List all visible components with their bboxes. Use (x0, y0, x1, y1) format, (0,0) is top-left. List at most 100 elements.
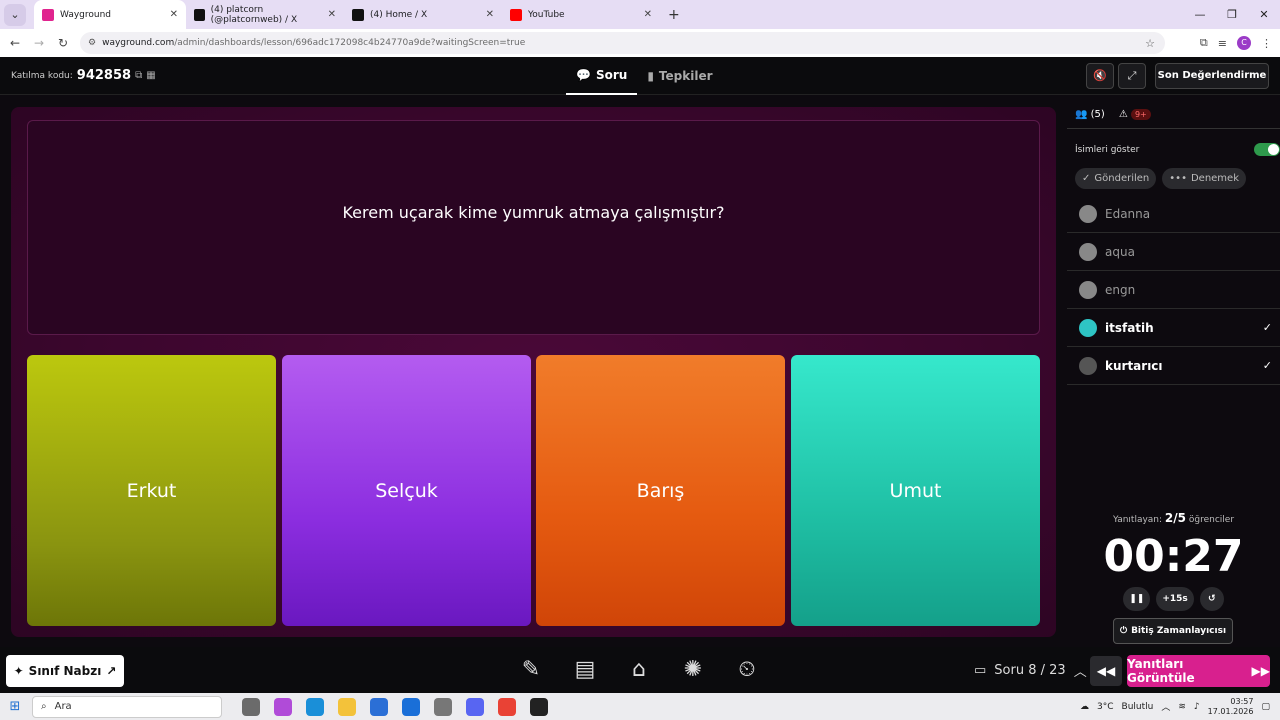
dots-icon: ••• (1169, 173, 1187, 184)
store-icon[interactable] (370, 697, 388, 716)
edge-icon[interactable] (306, 697, 324, 716)
chevron-up-icon[interactable]: ︿ (1161, 700, 1170, 713)
clock-time: 03:57 (1230, 696, 1254, 706)
copilot-icon[interactable] (274, 697, 292, 716)
pen-icon[interactable]: ✎ (515, 653, 547, 687)
external-link-icon: ↗ (106, 664, 117, 678)
alerts[interactable]: ⚠ 9+ (1119, 109, 1151, 120)
whiteboard-icon[interactable]: ▤ (569, 653, 601, 687)
close-window-icon[interactable]: ✕ (1248, 0, 1280, 29)
wifi-icon[interactable]: ≋ (1178, 702, 1186, 712)
alert-badge: 9+ (1130, 109, 1151, 120)
discord-icon[interactable] (466, 697, 484, 716)
clock-date: 17.01.2026 (1207, 706, 1254, 716)
mute-button[interactable]: 🔇 (1086, 63, 1114, 89)
reset-timer-button[interactable]: ↺ (1199, 587, 1224, 611)
answer-option-2[interactable]: Selçuk (282, 355, 531, 626)
player-name: engn (1105, 282, 1136, 297)
minimize-icon[interactable]: — (1184, 0, 1216, 29)
question-navigator[interactable]: ▭ Soru 8 / 23 ︿ (974, 661, 1087, 680)
chrome-icon[interactable] (498, 697, 516, 716)
answer-option-1[interactable]: Erkut (27, 355, 276, 626)
participants-count[interactable]: 👥 (5) (1075, 109, 1105, 120)
show-names-toggle[interactable] (1254, 143, 1280, 156)
pause-button[interactable]: ❚❚ (1123, 587, 1151, 611)
mail-icon[interactable] (402, 697, 420, 716)
add-time-button[interactable]: +15s (1156, 587, 1194, 611)
spinner-wheel-icon[interactable]: ✺ (677, 653, 709, 687)
app-icon[interactable] (530, 697, 548, 716)
task-view-icon[interactable] (242, 697, 260, 716)
option-label: Selçuk (375, 479, 438, 502)
participants-panel: 👥 (5) ⚠ 9+ İsimleri göster ✓ Gönderilen •… (1067, 101, 1280, 644)
windows-start-icon[interactable]: ⊞ (0, 699, 30, 714)
browser-tab-strip: ⌄ Wayground ✕ (4) platcorn (@platcornweb… (0, 0, 1280, 29)
tab-title: (4) Home / X (370, 9, 428, 20)
forward-arrow-icon[interactable]: → (27, 36, 51, 50)
mute-icon: 🔇 (1093, 69, 1107, 82)
users-icon: 👥 (1075, 109, 1088, 120)
bookmark-star-icon[interactable]: ☆ (1145, 37, 1155, 50)
taskbar-apps (242, 697, 548, 716)
browser-actions: ⧉ ≡ C ⋮ (1200, 29, 1272, 57)
timer-tool-icon[interactable]: ⏲ (731, 653, 763, 687)
address-bar[interactable]: ⚙ wayground.com /admin/dashboards/lesson… (80, 32, 1165, 54)
notifications-icon[interactable]: ▢ (1261, 702, 1270, 712)
browser-tab-home-x[interactable]: (4) Home / X ✕ (344, 0, 502, 29)
clock[interactable]: 03:57 17.01.2026 (1208, 697, 1254, 717)
list-item[interactable]: engn (1067, 271, 1280, 309)
close-tab-icon[interactable]: ✕ (486, 9, 494, 20)
close-tab-icon[interactable]: ✕ (644, 9, 652, 20)
reload-icon[interactable]: ↻ (51, 36, 75, 50)
show-answers-label: Yanıtları Görüntüle (1127, 657, 1195, 685)
filter-trying[interactable]: ••• Denemek (1162, 168, 1246, 189)
profile-avatar[interactable]: C (1237, 36, 1251, 50)
bottom-toolbar: ✦ Sınıf Nabzı ↗ ✎ ▤ ⌂ ✺ ⏲ ▭ Soru 8 / 23 … (0, 647, 1280, 693)
tab-reactions[interactable]: ▮ Tepkiler (637, 57, 722, 95)
x-favicon-icon (194, 8, 205, 21)
list-item[interactable]: aqua (1067, 233, 1280, 271)
question-box: Kerem uçarak kime yumruk atmaya çalışmış… (27, 120, 1040, 335)
chevron-up-icon: ︿ (1073, 665, 1087, 680)
show-answers-button[interactable]: Yanıtları Görüntüle ▶▶ (1127, 655, 1270, 687)
fullscreen-button[interactable]: ⤢ (1118, 63, 1146, 89)
browser-tab-youtube[interactable]: YouTube ✕ (502, 0, 660, 29)
previous-question-button[interactable]: ◀◀ (1090, 656, 1122, 686)
list-item[interactable]: kurtarıcı ✓ (1067, 347, 1280, 385)
answered-value: 2/5 (1164, 511, 1187, 525)
list-item[interactable]: itsfatih ✓ (1067, 309, 1280, 347)
tab-search-button[interactable]: ⌄ (4, 3, 26, 26)
file-explorer-icon[interactable] (338, 697, 356, 716)
back-arrow-icon[interactable]: ← (3, 36, 27, 50)
filter-submitted[interactable]: ✓ Gönderilen (1075, 168, 1157, 189)
pause-icon: ❚❚ (1129, 594, 1145, 604)
final-assessment-button[interactable]: Son Değerlendirme (1155, 63, 1269, 89)
end-timer-button[interactable]: ⏻ Bitiş Zamanlayıcısı (1113, 618, 1233, 644)
os-taskbar: ⊞ ⌕ Ara ☁ 3°C Bulutlu ︿ ≋ ♪ 03:57 17.01.… (0, 693, 1280, 720)
list-item[interactable]: Edanna (1067, 195, 1280, 233)
restore-icon[interactable]: ❐ (1216, 0, 1248, 29)
teacher-desk-icon[interactable]: ⌂ (623, 653, 655, 687)
player-name: itsfatih (1105, 320, 1154, 335)
tab-question[interactable]: 💬 Soru (566, 57, 638, 95)
site-info-icon[interactable]: ⚙ (88, 38, 96, 48)
qr-code-icon[interactable]: ▦ (146, 70, 155, 81)
extensions-icon[interactable]: ⧉ (1200, 36, 1208, 50)
more-menu-icon[interactable]: ⋮ (1261, 37, 1272, 50)
copy-icon[interactable]: ⧉ (135, 70, 142, 81)
tab-title: (4) platcorn (@platcornweb) / X (210, 4, 298, 25)
taskbar-search[interactable]: ⌕ Ara (32, 695, 222, 718)
new-tab-button[interactable]: + (668, 7, 680, 23)
media-icon[interactable]: ≡ (1218, 37, 1227, 50)
close-tab-icon[interactable]: ✕ (328, 9, 336, 20)
close-tab-icon[interactable]: ✕ (170, 9, 178, 20)
browser-tab-wayground[interactable]: Wayground ✕ (34, 0, 186, 29)
answer-option-3[interactable]: Barış (536, 355, 785, 626)
class-pulse-button[interactable]: ✦ Sınıf Nabzı ↗ (6, 655, 124, 687)
speaker-icon[interactable]: ♪ (1194, 702, 1200, 712)
browser-tab-platcorn[interactable]: (4) platcorn (@platcornweb) / X ✕ (186, 0, 344, 29)
filter-trying-label: Denemek (1190, 173, 1239, 184)
app-icon[interactable] (434, 697, 452, 716)
show-names-row: İsimleri göster (1067, 143, 1280, 156)
answer-option-4[interactable]: Umut (791, 355, 1040, 626)
